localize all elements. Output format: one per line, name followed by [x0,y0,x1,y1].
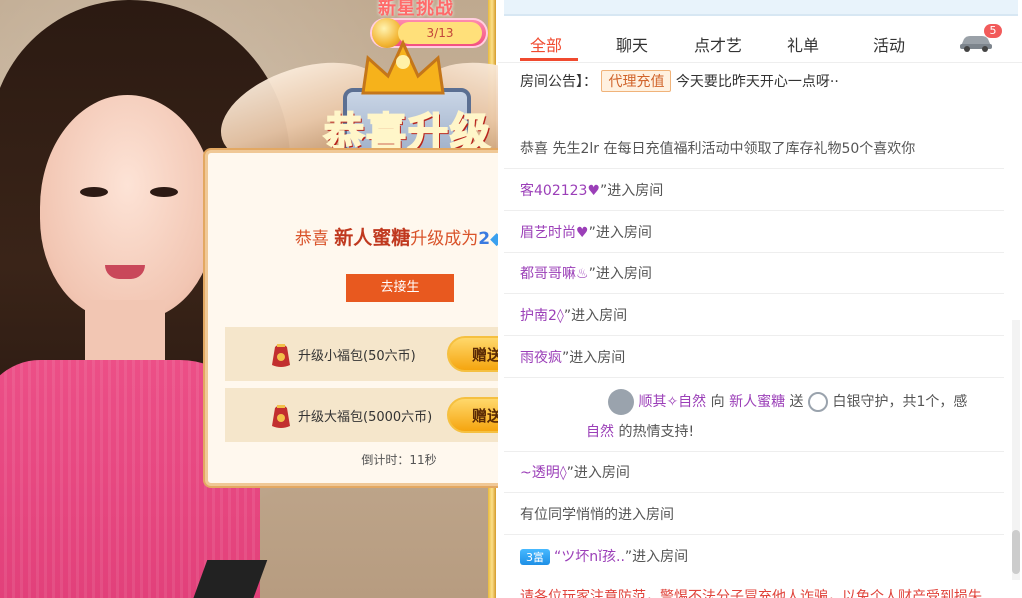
divider [504,534,1004,535]
chat-user[interactable]: 客402123♥ [520,183,600,199]
gift-send-verb: 送 [789,394,804,410]
room-notice: 房间公告】： 代理充值 今天要比昨天开心一点呀·· [520,70,1016,96]
goto-button[interactable]: 去接生 [346,274,454,302]
gift-verb: 向 [710,394,725,410]
chat-message: 护南2◊”进入房间 [520,305,627,325]
chat-message: 客402123♥”进入房间 [520,180,663,200]
car-badge: 5 [984,24,1002,38]
chat-message: 恭喜 先生2lr 在每日充值福利活动中领取了库存礼物50个喜欢你 [520,141,916,157]
chat-scrollbar[interactable] [1012,320,1020,580]
lucky-bag-icon [272,344,290,367]
scroll-thumb[interactable] [1012,530,1020,574]
divider [504,451,1004,452]
eye-left [80,187,108,197]
chat-suffix: ”进入房间 [588,266,652,282]
divider [504,492,1004,493]
msg-prefix: 恭喜 [294,229,329,249]
chat-panel: 全部 聊天 点才艺 礼单 活动 5 房间公告】： 代理充值 今天要比昨天开心一点… [498,0,1022,598]
chat-user[interactable]: ~透明◊ [520,465,567,481]
tab-activity[interactable]: 活动 [873,32,905,56]
divider [504,293,1004,294]
chat-suffix: ”进入房间 [588,225,652,241]
fraud-warning: 请各位玩家注意防范，警惕不法分子冒充他人诈骗，以免个人财产受到损失 [520,589,982,598]
gift-message: 顺其✧自然 向 新人蜜糖 送 白银守护，共1个，感 [608,389,967,415]
gift-sender[interactable]: 顺其✧自然 [638,394,706,410]
agent-topup-link[interactable]: 代理充值 [601,70,672,92]
chat-suffix: ”进入房间 [566,465,630,481]
gift-name: 白银守护，共1个，感 [832,394,968,410]
level-number: 2 [478,229,491,249]
chat-user[interactable]: 眉艺时尚♥ [520,225,589,241]
chat-user[interactable]: 自然 [586,424,614,440]
divider [504,210,1004,211]
crown-icon [361,39,445,95]
wealth-badge: 3富 [520,549,550,565]
active-tab-underline [520,58,578,61]
chat-user[interactable]: 都哥哥嘛♨ [520,266,589,282]
divider [504,252,1004,253]
chat-message: 有位同学悄悄的进入房间 [520,507,674,523]
chat-message: 3富 “ツ坏nǐ孩..”进入房间 [520,546,688,566]
eye-right [150,187,178,197]
pack-label: 升级小福包(50六币) [298,349,416,364]
chat-suffix: ”进入房间 [624,549,689,565]
tab-chat[interactable]: 聊天 [616,32,648,56]
guard-badge-icon [608,389,634,415]
gift-message-line2: 自然 的热情支持! [586,421,694,441]
chat-message: 都哥哥嘛♨”进入房间 [520,263,652,283]
chat-user[interactable]: 护南2◊ [520,308,564,324]
lucky-bag-icon [272,405,290,428]
tab-gift-list[interactable]: 礼单 [787,32,819,56]
challenge-title: 新星挑战 [378,0,454,19]
chat-user[interactable]: “ツ坏nǐ孩.. [554,549,625,565]
levelup-user: 新人蜜糖 [334,227,411,249]
chat-suffix: ”进入房间 [600,183,664,199]
chat-message: 眉艺时尚♥”进入房间 [520,222,652,242]
divider [504,168,1004,169]
chat-suffix: ”进入房间 [562,350,626,366]
chat-suffix: ”进入房间 [563,308,628,324]
gift-receiver[interactable]: 新人蜜糖 [729,394,785,410]
tab-talent[interactable]: 点才艺 [694,32,742,56]
chat-user[interactable]: 雨夜疯 [520,350,562,366]
streamer-face [40,95,215,320]
notice-text: 今天要比昨天开心一点呀·· [675,74,839,90]
tab-all[interactable]: 全部 [530,32,562,56]
pack-label: 升级大福包(5000六币) [298,410,433,425]
divider [504,335,1004,336]
notice-head: 房间公告】： [520,74,597,90]
chat-message: 雨夜疯”进入房间 [520,347,625,367]
panel-top-strip [504,0,1018,16]
gift-thanks: 的热情支持! [618,424,695,440]
chat-message: ~透明◊”进入房间 [520,462,630,482]
chat-tabs: 全部 聊天 点才艺 礼单 活动 5 [498,18,1022,63]
shield-small-icon [808,392,828,412]
divider [504,377,1004,378]
msg-middle: 升级成为 [410,229,479,249]
